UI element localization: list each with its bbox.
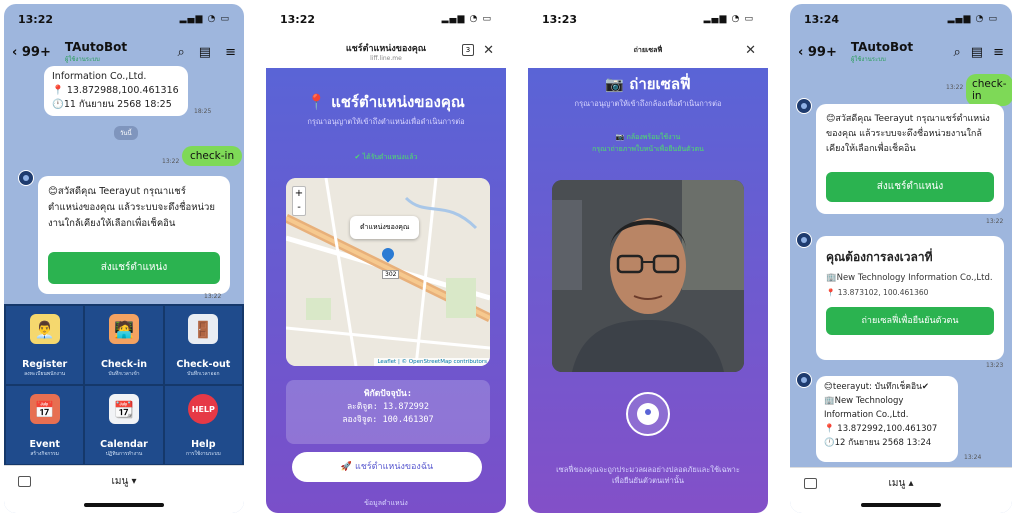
checkin-icon: 🧑‍💻 [108, 314, 139, 344]
road-label: 302 [382, 270, 400, 279]
bottom-bar: เมนู ▴ [790, 467, 1012, 513]
signal-wifi-battery-icon: ▂▄▆ ◔ ▭ [947, 14, 998, 24]
share-location-button[interactable]: ส่งแชร์ตำแหน่ง [48, 252, 220, 284]
latitude-value: ละติจูด: 13.872992 [346, 402, 430, 412]
bot-avatar [796, 232, 812, 248]
location-status: ✔ ได้รับตำแหน่งแล้ว [354, 153, 418, 161]
bot-subtitle: ผู้ใช้งานระบบ [850, 56, 886, 63]
rich-menu-help[interactable]: HELP Help การใช้งานระบบ [164, 386, 242, 464]
signal-wifi-battery-icon: ▂▄▆ ◔ ▭ [441, 14, 492, 24]
bot-name: TAutoBot [850, 40, 914, 54]
back-button[interactable]: ‹ 99+ [798, 45, 837, 60]
page-title: 📍 แชร์ตำแหน่งของคุณ [307, 93, 465, 111]
signal-wifi-battery-icon: ▂▄▆ ◔ ▭ [703, 14, 754, 24]
shutter-button[interactable] [626, 392, 670, 436]
share-location-screen: 13:22 ▂▄▆ ◔ ▭ แชร์ตำแหน่งของคุณ liff.lin… [266, 4, 506, 513]
bot-subtitle: ผู้ใช้งานระบบ [64, 56, 100, 63]
checkin-result-card: 😊teerayut: บันทึกเช็คอิน✔ 🏢New Technolog… [816, 376, 958, 462]
liff-url: liff.line.me [370, 55, 402, 62]
checkin-location-card: คุณต้องการลงเวลาที่ 🏢New Technology Info… [816, 236, 1004, 360]
chat-title: TAutoBot ผู้ใช้งานระบบ [65, 40, 127, 64]
bot-avatar [796, 372, 812, 388]
status-bar: 13:24 ▂▄▆ ◔ ▭ [804, 12, 998, 26]
privacy-note: เซลฟี่ของคุณจะถูกประมวลผลอย่างปลอดภัยและ… [556, 465, 740, 485]
status-bar: 13:22 ▂▄▆ ◔ ▭ [266, 4, 506, 34]
menu-icon[interactable]: ≡ [993, 45, 1004, 60]
longitude-value: ลองจิจูด: 100.461307 [342, 415, 434, 425]
zoom-controls[interactable]: + - [292, 186, 306, 216]
my-message: check-in [182, 146, 243, 166]
greeting-text: 😊สวัสดีคุณ Teerayut กรุณาแชร์ตำแหน่งของค… [48, 186, 215, 229]
card-company: 🏢New Technology Information Co.,Ltd. [826, 273, 993, 283]
date-chip: วันนี้ [114, 126, 138, 140]
menu-icon[interactable]: ≡ [225, 45, 236, 60]
calendar-icon: 📆 [108, 394, 139, 424]
coordinates-title: พิกัดปัจจุบัน: [364, 389, 412, 399]
take-selfie-button[interactable]: ถ่ายเซลฟี่เพื่อยืนยันตัวตน [826, 307, 994, 335]
map-attribution[interactable]: Leaflet | © OpenStreetMap contributors [374, 358, 490, 366]
chat-header: ‹ 99+ TAutoBot ผู้ใช้งานระบบ ⌕ ▤ ≡ [4, 34, 244, 70]
chat-title: TAutoBot ผู้ใช้งานระบบ [851, 40, 913, 64]
register-icon: 👨‍💼 [29, 314, 60, 344]
camera-instruction: กรุณาถ่ายภาพใบหน้าเพื่อยืนยันตัวตน [592, 145, 704, 153]
liff-title: ถ่ายเซลฟี่ [633, 46, 663, 54]
camera-preview [552, 180, 744, 372]
page-subtitle: กรุณาอนุญาตให้เข้าถึงตำแหน่งเพื่อดำเนินก… [307, 117, 465, 126]
rich-menu-calendar[interactable]: 📆 Calendar ปฏิทินการทำงาน [85, 386, 163, 464]
chat-header: ‹ 99+ TAutoBot ผู้ใช้งานระบบ ⌕ ▤ ≡ [790, 34, 1012, 70]
bottom-note: ข้อมูลตำแหน่ง [364, 499, 408, 507]
map-popup: ตำแหน่งของคุณ [350, 216, 420, 239]
greeting-card: 😊สวัสดีคุณ Teerayut กรุณาแชร์ตำแหน่งของค… [38, 176, 230, 294]
search-icon[interactable]: ⌕ [178, 45, 185, 60]
rich-menu: 👨‍💼 Register ลงทะเบียนพนักงาน 🧑‍💻 Check-in บ… [4, 304, 244, 466]
my-message: check-in [966, 74, 1012, 106]
rich-menu-event[interactable]: 📅 Event สร้างกิจกรรม [6, 386, 84, 464]
tabs-icon[interactable]: 3 [462, 44, 474, 56]
help-icon: HELP [188, 394, 219, 424]
greeting-text: 😊สวัสดีคุณ Teerayut กรุณาแชร์ตำแหน่งของค… [826, 114, 990, 154]
notes-icon[interactable]: ▤ [971, 45, 983, 60]
bottom-bar: เมนู ▾ [4, 465, 244, 513]
card-coordinates: 📍 13.873102, 100.461360 [826, 288, 929, 297]
event-icon: 📅 [29, 394, 60, 424]
close-icon[interactable]: ✕ [745, 43, 756, 58]
checkout-icon: 🚪 [188, 314, 219, 344]
home-indicator [84, 503, 164, 507]
selfie-screen: 13:23 ▂▄▆ ◔ ▭ ถ่ายเซลฟี่ ✕ 📷 ถ่ายเซลฟี่ … [528, 4, 768, 513]
signal-wifi-battery-icon: ▂▄▆ ◔ ▭ [179, 14, 230, 24]
liff-header: ถ่ายเซลฟี่ ✕ [528, 34, 768, 68]
chat-screen-1: 13:22 ▂▄▆ ◔ ▭ ‹ 99+ TAutoBot ผู้ใช้งานระ… [4, 4, 244, 513]
bot-avatar [796, 98, 812, 114]
coordinates-box: พิกัดปัจจุบัน: ละติจูด: 13.872992 ลองจิจ… [286, 380, 490, 444]
page-subtitle: กรุณาอนุญาตให้เข้าถึงกล้องเพื่อดำเนินการ… [574, 99, 722, 108]
previous-checkin-card: Information Co.,Ltd. 📍 13.872988,100.461… [44, 66, 188, 116]
menu-toggle[interactable]: เมนู ▾ [4, 474, 244, 489]
share-my-location-button[interactable]: 🚀 แชร์ตำแหน่งของฉัน [292, 452, 482, 482]
camera-icon [645, 409, 651, 415]
liff-header: แชร์ตำแหน่งของคุณ liff.line.me 3 ✕ [266, 34, 506, 68]
status-time: 13:22 [18, 12, 54, 26]
close-icon[interactable]: ✕ [483, 43, 494, 58]
back-button[interactable]: ‹ 99+ [12, 45, 51, 60]
greeting-card: 😊สวัสดีคุณ Teerayut กรุณาแชร์ตำแหน่งของค… [816, 104, 1004, 214]
card-title: คุณต้องการลงเวลาที่ [826, 250, 933, 264]
rich-menu-checkout[interactable]: 🚪 Check-out บันทึกเวลาออก [164, 306, 242, 384]
status-bar: 13:23 ▂▄▆ ◔ ▭ [528, 4, 768, 34]
chat-screen-2: 13:24 ▂▄▆ ◔ ▭ ‹ 99+ TAutoBot ผู้ใช้งานระ… [790, 4, 1012, 513]
bot-avatar [18, 170, 34, 186]
rich-menu-checkin[interactable]: 🧑‍💻 Check-in บันทึกเวลาเข้า [85, 306, 163, 384]
search-icon[interactable]: ⌕ [954, 45, 961, 60]
page-title: 📷 ถ่ายเซลฟี่ [605, 75, 691, 93]
rich-menu-register[interactable]: 👨‍💼 Register ลงทะเบียนพนักงาน [6, 306, 84, 384]
status-bar: 13:22 ▂▄▆ ◔ ▭ [4, 4, 244, 34]
share-location-button[interactable]: ส่งแชร์ตำแหน่ง [826, 172, 994, 202]
home-indicator [861, 503, 941, 507]
camera-status: 📷 กล้องพร้อมใช้งาน [615, 133, 681, 141]
selfie-image [552, 180, 744, 372]
menu-toggle[interactable]: เมนู ▴ [790, 476, 1012, 491]
bot-name: TAutoBot [64, 40, 128, 54]
map-view[interactable]: + - ตำแหน่งของคุณ 302 Leaflet | © OpenStr… [286, 178, 490, 366]
notes-icon[interactable]: ▤ [199, 45, 211, 60]
